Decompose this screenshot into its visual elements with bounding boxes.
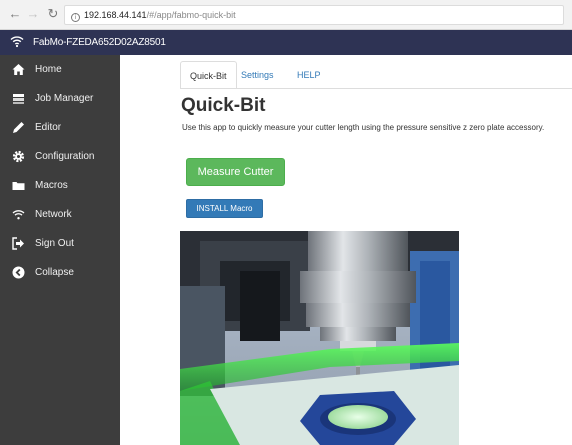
sidebar-item-job-manager[interactable]: Job Manager [0,87,120,111]
sidebar-item-label: Collapse [35,267,74,278]
info-icon[interactable]: i [71,13,80,22]
sidebar-item-home[interactable]: Home [0,58,120,82]
sidebar-item-label: Job Manager [35,93,94,104]
url-path: /#/app/fabmo-quick-bit [146,10,236,20]
tab-quick-bit[interactable]: Quick-Bit [180,61,237,89]
folder-icon [12,182,25,190]
address-bar[interactable]: i 192.168.44.141/#/app/fabmo-quick-bit [64,5,564,25]
machine-photo [180,231,459,445]
tab-help[interactable]: HELP [288,61,330,89]
sidebar-item-label: Configuration [35,151,95,162]
sidebar-item-macros[interactable]: Macros [0,174,120,198]
pencil-icon [13,122,24,133]
tab-settings[interactable]: Settings [232,61,283,89]
home-icon [12,64,25,75]
back-arrow-icon[interactable]: ← [8,7,22,21]
sidebar-item-collapse[interactable]: Collapse [0,261,120,285]
gear-icon [12,150,25,163]
install-macro-button[interactable]: INSTALL Macro [186,199,263,218]
app-header: FabMo-FZEDA652D02AZ8501 [0,30,572,55]
chevron-left-circle-icon [12,266,25,279]
sidebar-item-label: Macros [35,180,68,191]
wifi-icon [12,210,25,220]
sidebar-item-editor[interactable]: Editor [0,116,120,140]
sidebar-item-label: Home [35,64,62,75]
sidebar-item-label: Editor [35,122,62,133]
forward-arrow-icon[interactable]: → [26,7,40,21]
main-content: Quick-Bit Settings HELP Quick-Bit Use th… [120,55,572,445]
sidebar-item-label: Sign Out [35,238,74,249]
page-title: Quick-Bit [181,95,266,116]
sidebar: Home Job Manager Editor Configuration Ma… [0,55,120,445]
wifi-icon [10,36,24,48]
reload-icon[interactable]: ↻ [46,7,60,21]
sign-out-icon [12,237,24,250]
sidebar-item-sign-out[interactable]: Sign Out [0,232,120,256]
measure-cutter-button[interactable]: Measure Cutter [186,158,285,186]
sidebar-item-network[interactable]: Network [0,203,120,227]
page-description: Use this app to quickly measure your cut… [182,123,545,132]
url-host: 192.168.44.141 [84,10,147,20]
device-name: FabMo-FZEDA652D02AZ8501 [33,37,166,48]
job-manager-icon [13,94,24,104]
browser-toolbar: ← → ↻ i 192.168.44.141/#/app/fabmo-quick-… [0,0,572,30]
sidebar-item-label: Network [35,209,72,220]
sidebar-item-configuration[interactable]: Configuration [0,145,120,169]
tab-divider [180,88,572,89]
